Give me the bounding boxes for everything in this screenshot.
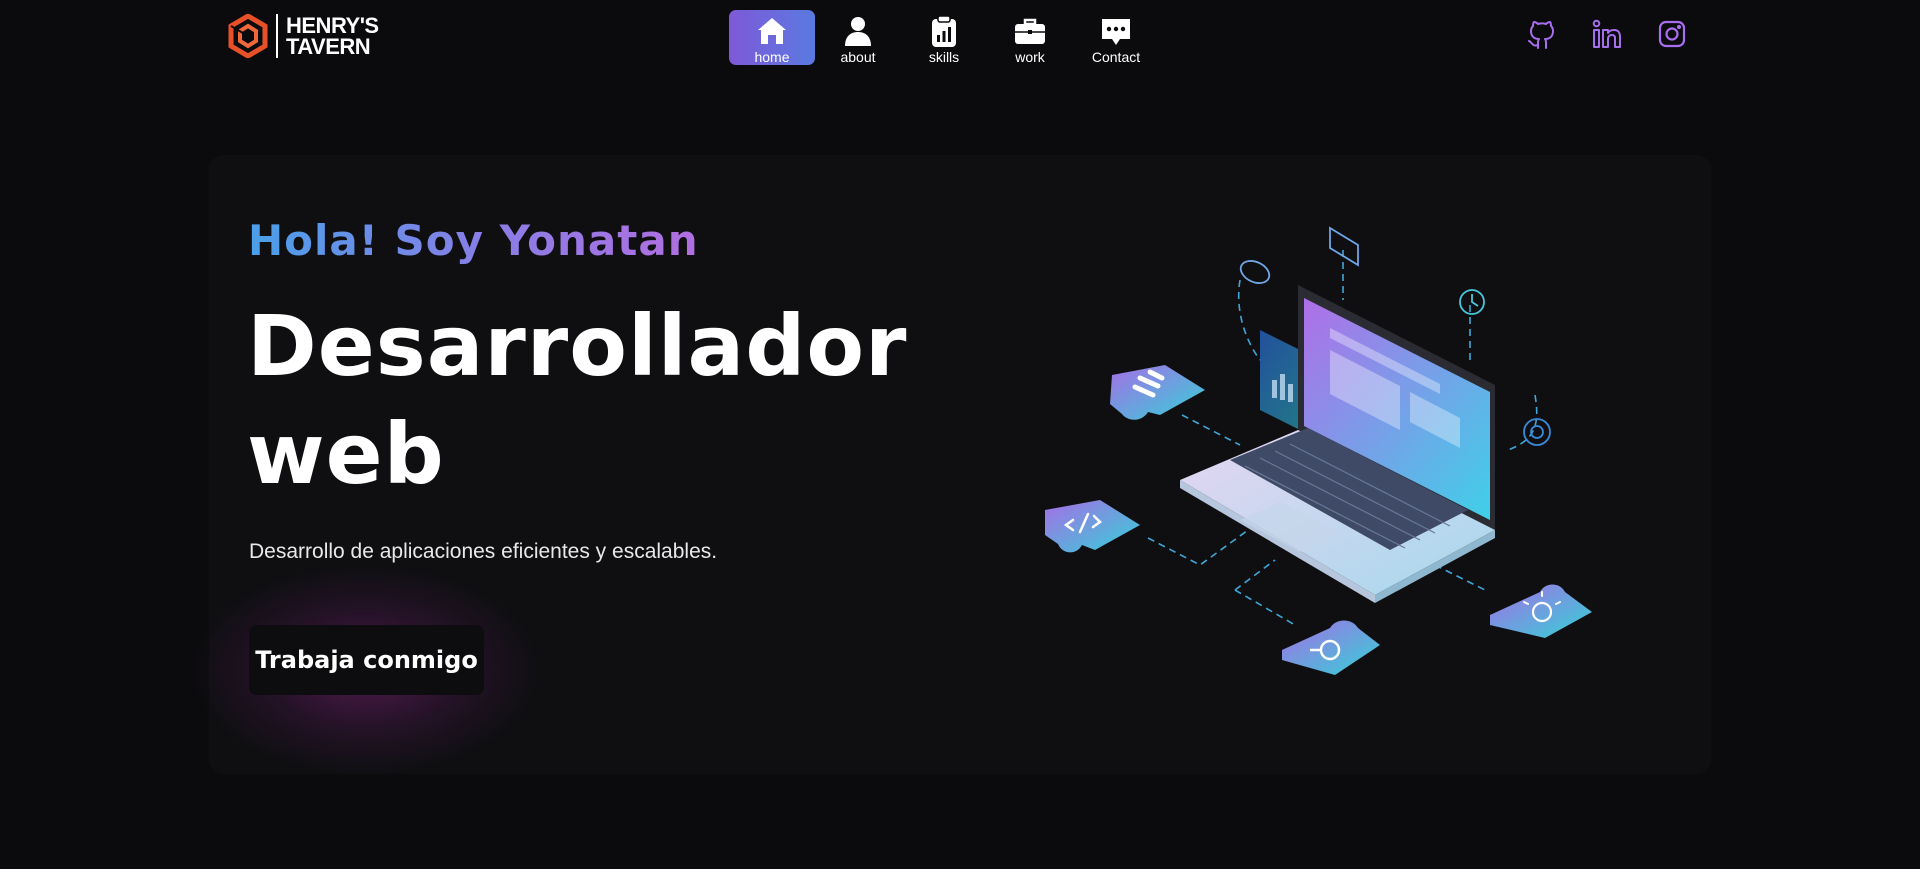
laptop-puzzle-illustration-icon xyxy=(1045,226,1592,675)
nav-contact[interactable]: Contact xyxy=(1073,10,1159,65)
linkedin-icon xyxy=(1592,19,1621,48)
logo-divider xyxy=(276,14,278,58)
nav-home[interactable]: home xyxy=(729,10,815,65)
hero-subtitle: Desarrollo de aplicaciones eficientes y … xyxy=(249,540,718,563)
hexagon-logo-icon xyxy=(228,14,268,58)
nav-work[interactable]: work xyxy=(987,10,1073,65)
work-with-me-button[interactable]: Trabaja conmigo xyxy=(249,625,484,695)
briefcase-icon xyxy=(1015,18,1045,44)
hero-title-line-2: web xyxy=(247,405,445,503)
instagram-link[interactable] xyxy=(1656,18,1688,50)
nav-about[interactable]: about xyxy=(815,10,901,65)
clipboard-chart-icon xyxy=(932,15,956,47)
home-icon xyxy=(758,18,786,44)
chat-icon xyxy=(1102,19,1130,45)
nav-about-label: about xyxy=(840,49,876,65)
hero-title: Desarrollador web xyxy=(247,292,907,508)
hero-greeting: Hola! Soy Yonatan xyxy=(248,216,699,265)
logo-text: HENRY'S TAVERN xyxy=(286,13,379,59)
github-link[interactable] xyxy=(1526,18,1558,50)
nav-work-label: work xyxy=(1015,49,1045,65)
hero-title-line-1: Desarrollador xyxy=(247,297,908,395)
nav-skills-label: skills xyxy=(928,49,960,65)
linkedin-link[interactable] xyxy=(1591,18,1623,50)
nav-skills[interactable]: skills xyxy=(901,10,987,65)
logo-line-1: HENRY'S xyxy=(286,13,379,38)
brand-logo[interactable]: HENRY'S TAVERN xyxy=(228,14,379,58)
github-icon xyxy=(1528,21,1554,49)
user-icon xyxy=(845,17,871,46)
instagram-icon xyxy=(1658,20,1686,48)
nav-home-label: home xyxy=(754,49,790,65)
main-nav: home about skills work Contact xyxy=(729,10,1159,65)
logo-line-2: TAVERN xyxy=(286,34,371,59)
nav-contact-label: Contact xyxy=(1091,49,1141,65)
social-links xyxy=(1526,18,1688,50)
